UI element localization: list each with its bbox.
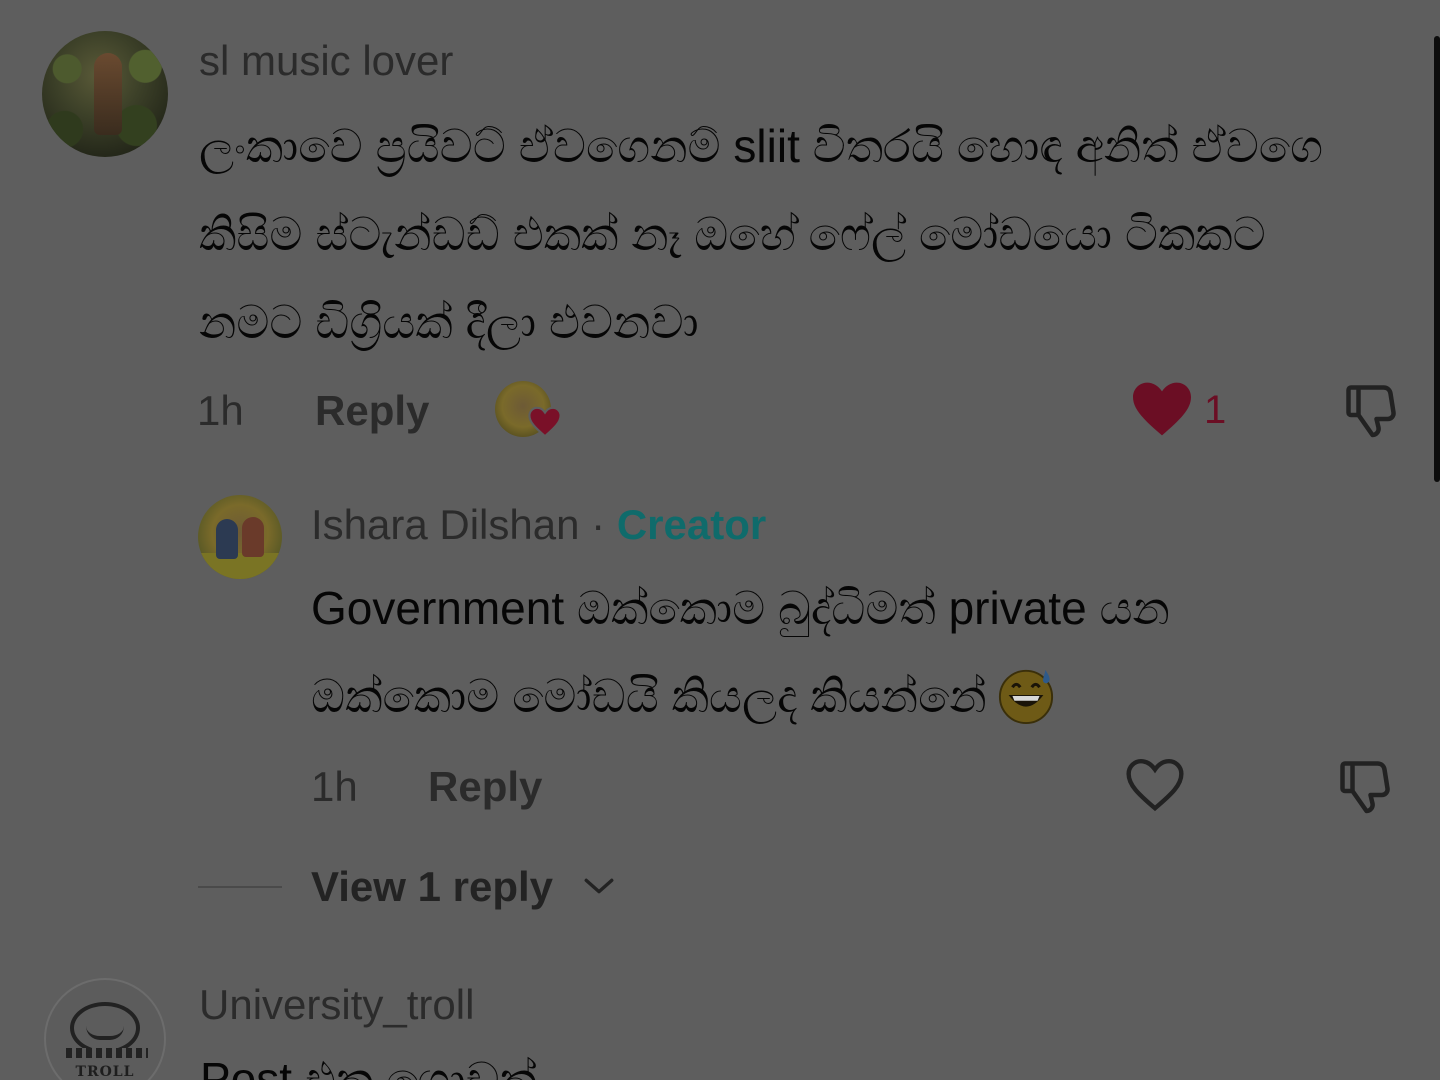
avatar[interactable] xyxy=(198,495,282,579)
creator-badge: Creator xyxy=(616,501,767,548)
view-replies-button[interactable]: View 1 reply xyxy=(311,866,553,908)
reply-username-row: Ishara Dilshan · Creator xyxy=(311,504,766,546)
comment-time: 1h xyxy=(197,387,244,434)
chevron-down-icon[interactable] xyxy=(582,874,616,898)
comment-text: ලංකාවෙ ප්‍රයිවට් ඒවගෙනම් sliit විතරයි හො… xyxy=(199,120,1324,348)
grinning-sweat-emoji-icon xyxy=(998,669,1053,724)
separator-dot: · xyxy=(591,501,606,548)
view-replies-divider xyxy=(198,886,282,888)
heart-outline-icon[interactable] xyxy=(1124,756,1186,814)
comments-screen: sl music lover ලංකාවෙ ප්‍රයිවට් ඒවගෙනම් … xyxy=(0,0,1440,1080)
avatar[interactable]: TROLL xyxy=(44,978,166,1080)
scrollbar[interactable] xyxy=(1434,36,1440,482)
reply-button[interactable]: Reply xyxy=(315,390,429,432)
dislike-icon[interactable] xyxy=(1340,380,1402,440)
reply-text: Government ඔක්කොම බුද්ධිමත් private යන ඔ… xyxy=(311,582,1170,724)
reply-button[interactable]: Reply xyxy=(428,766,542,808)
comment-username[interactable]: sl music lover xyxy=(199,40,453,82)
comment-text: Post එක ගොඩක් xyxy=(200,1053,537,1080)
like-count: 1 xyxy=(1204,388,1227,432)
avatar[interactable] xyxy=(42,31,168,157)
creator-heart-icon xyxy=(528,406,562,438)
reply-time: 1h xyxy=(311,763,358,810)
reply-username[interactable]: Ishara Dilshan xyxy=(311,501,579,548)
dislike-icon[interactable] xyxy=(1334,756,1396,816)
heart-icon[interactable] xyxy=(1130,380,1194,438)
avatar-logo-text: TROLL xyxy=(75,1064,135,1080)
comment-username[interactable]: University_troll xyxy=(199,984,474,1026)
